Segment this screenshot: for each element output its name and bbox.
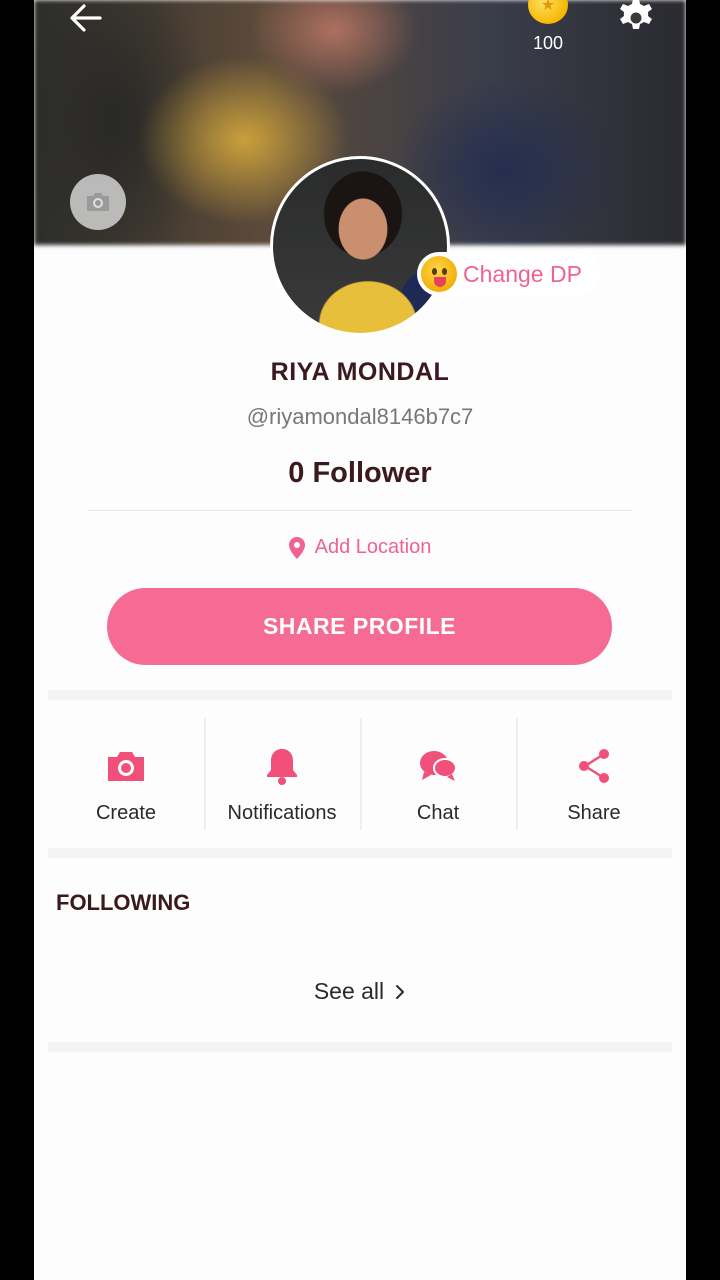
back-button[interactable] <box>66 0 106 36</box>
following-title: FOLLOWING <box>56 890 191 915</box>
action-row: Create Notifications Chat Share <box>48 718 672 834</box>
chat-label: Chat <box>416 802 460 824</box>
see-all-button[interactable]: See all <box>34 978 686 1005</box>
section-divider <box>48 1042 672 1052</box>
change-cover-button[interactable] <box>70 174 126 230</box>
profile-handle: @riyamondal8146b7c7 <box>246 404 474 429</box>
bell-icon <box>262 746 302 786</box>
coin-balance[interactable]: ★ 100 <box>520 0 576 56</box>
coin-icon: ★ <box>528 0 568 24</box>
create-label: Create <box>95 802 157 824</box>
profile-screen: ★ 100 Change DP RIYA MONDAL @riyamondal8… <box>34 0 686 1280</box>
coin-count: 100 <box>532 33 564 53</box>
arrow-left-icon <box>70 4 102 32</box>
share-icon <box>574 746 614 786</box>
settings-button[interactable] <box>614 0 658 40</box>
section-divider <box>48 690 672 700</box>
share-profile-button[interactable]: SHARE PROFILE <box>107 588 612 665</box>
avatar[interactable] <box>270 156 450 336</box>
divider <box>88 510 632 511</box>
chat-icon <box>418 746 458 786</box>
change-dp-button[interactable]: Change DP <box>417 252 600 296</box>
tongue-emoji-icon <box>421 256 457 292</box>
change-dp-label: Change DP <box>463 260 582 287</box>
share-button[interactable]: Share <box>516 718 672 834</box>
chevron-right-icon <box>396 984 405 999</box>
section-divider <box>48 848 672 858</box>
follower-count[interactable]: 0 Follower <box>34 457 686 490</box>
chat-button[interactable]: Chat <box>360 718 516 834</box>
camera-icon <box>106 746 146 786</box>
location-pin-icon <box>288 536 305 559</box>
add-location-label: Add Location <box>314 536 432 558</box>
see-all-label: See all <box>313 978 385 1004</box>
gear-icon <box>620 0 652 29</box>
profile-name: RIYA MONDAL <box>270 358 450 386</box>
notifications-button[interactable]: Notifications <box>204 718 360 834</box>
camera-icon <box>87 193 109 211</box>
create-button[interactable]: Create <box>48 718 204 834</box>
share-label: Share <box>567 802 621 824</box>
add-location-button[interactable]: Add Location <box>34 536 686 559</box>
notifications-label: Notifications <box>227 802 337 824</box>
